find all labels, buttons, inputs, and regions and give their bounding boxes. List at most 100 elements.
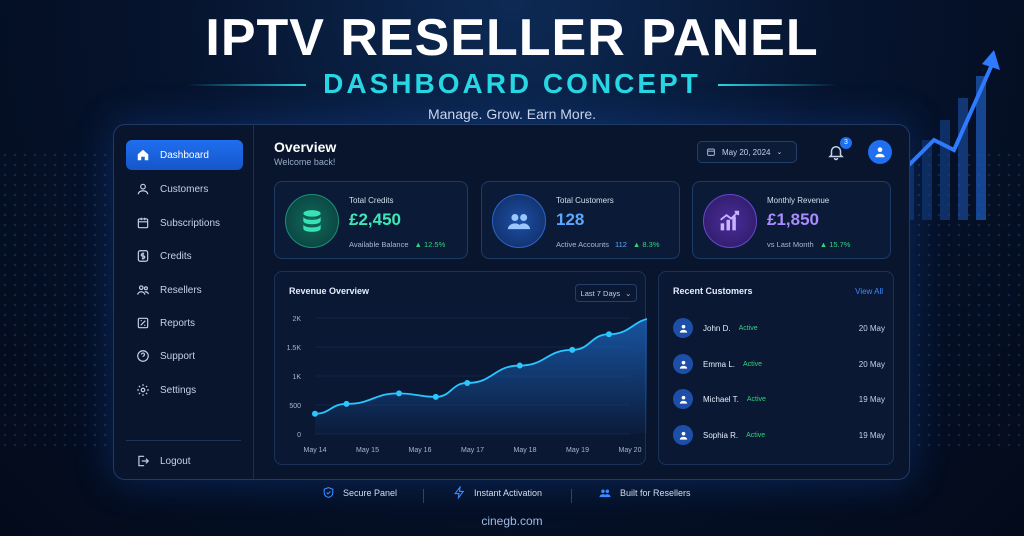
data-point: [396, 390, 402, 397]
list-item[interactable]: Emma L. Active 20 May: [673, 352, 885, 376]
avatar: [673, 318, 693, 338]
revenue-overview-card: Revenue Overview Last 7 Days ⌄ 0 500 1K 1.5…: [274, 271, 647, 465]
logout-label: Logout: [160, 455, 191, 467]
stat-value: 128: [556, 210, 585, 229]
y-tick-label: 1.5K: [287, 345, 302, 352]
shield-icon: [323, 487, 334, 498]
x-tick-label: May 16: [409, 447, 432, 454]
stat-card-customers[interactable]: Total Customers 128 Active Accounts 112 …: [481, 181, 680, 259]
customer-name: Sophia R.: [703, 430, 739, 440]
stat-label: Total Credits: [349, 196, 394, 205]
stat-delta: ▲ 15.7%: [819, 240, 851, 249]
welcome-text: Welcome back!: [274, 157, 336, 167]
sidebar-item-credits[interactable]: Credits: [126, 241, 243, 271]
list-item[interactable]: Sophia R. Active 19 May: [673, 423, 885, 447]
sidebar-item-reports[interactable]: Reports: [126, 308, 243, 338]
feature-divider: [571, 489, 572, 503]
sidebar: Dashboard Customers Subscriptions Credit…: [114, 125, 254, 479]
sidebar-item-customers[interactable]: Customers: [126, 174, 243, 204]
notification-badge: 3: [840, 137, 852, 149]
feature-label: Secure Panel: [343, 487, 398, 498]
sidebar-item-label: Credits: [160, 250, 192, 262]
hero-title: IPTV RESELLER PANEL: [205, 9, 819, 67]
main-content: Overview Welcome back! May 20, 2024 ⌄ 3 …: [274, 125, 909, 479]
stat-value: £1,850: [767, 210, 819, 229]
list-item[interactable]: Michael T. Active 19 May: [673, 387, 885, 411]
x-tick-label: May 18: [514, 447, 537, 454]
x-tick-label: May 14: [304, 447, 327, 454]
customer-name: Michael T.: [703, 394, 739, 404]
x-tick-label: May 20: [619, 447, 642, 454]
users-icon: [492, 194, 546, 248]
customer-name: John D.: [703, 323, 731, 333]
list-item[interactable]: John D. Active 20 May: [673, 316, 885, 340]
report-icon: [137, 317, 149, 329]
dashboard-panel: Dashboard Customers Subscriptions Credit…: [113, 124, 910, 480]
customer-date: 19 May: [858, 394, 885, 404]
customer-date: 20 May: [858, 359, 885, 369]
page-title: Overview: [274, 139, 337, 155]
background-dots-left: [0, 150, 120, 450]
sidebar-item-label: Resellers: [160, 284, 202, 296]
stat-foot-label: Active Accounts: [556, 240, 609, 249]
footer-site: cinegb.com: [481, 514, 543, 528]
sidebar-item-resellers[interactable]: Resellers: [126, 275, 243, 305]
stat-extra: 112: [614, 240, 627, 249]
calendar-icon: [137, 217, 149, 229]
logout-icon: [138, 455, 150, 467]
users-icon: [599, 489, 611, 498]
dollar-icon: [137, 250, 149, 262]
sidebar-item-settings[interactable]: Settings: [126, 375, 243, 405]
avatar: [673, 425, 693, 445]
sidebar-item-dashboard[interactable]: Dashboard: [126, 140, 243, 170]
avatar: [673, 354, 693, 374]
date-value: May 20, 2024: [722, 147, 771, 157]
sidebar-item-label: Support: [160, 350, 196, 362]
user-icon: [875, 147, 885, 158]
users-icon: [137, 285, 149, 295]
sidebar-item-label: Reports: [160, 317, 196, 329]
status-badge: Active: [746, 395, 766, 403]
sidebar-item-label: Dashboard: [160, 149, 209, 161]
sidebar-item-subscriptions[interactable]: Subscriptions: [126, 208, 243, 238]
feature-resellers: Built for Resellers: [598, 486, 691, 500]
hero-tagline: Manage. Grow. Earn More.: [427, 106, 597, 122]
stat-delta: ▲ 8.3%: [632, 240, 660, 249]
stat-delta: ▲ 12.5%: [414, 240, 446, 249]
x-tick-label: May 19: [566, 447, 589, 454]
stat-card-credits[interactable]: Total Credits £2,450 Available Balance ▲…: [274, 181, 468, 259]
feature-bar: Secure Panel Instant Activation Built fo…: [0, 486, 1024, 506]
view-all-link[interactable]: View All: [855, 287, 883, 296]
sidebar-item-support[interactable]: Support: [126, 341, 243, 371]
data-point: [312, 410, 318, 417]
range-dropdown[interactable]: Last 7 Days ⌄: [575, 284, 637, 302]
avatar[interactable]: [868, 140, 892, 164]
recent-customers-card: Recent Customers View All John D. Active…: [658, 271, 894, 465]
y-tick-label: 0: [297, 432, 301, 439]
chevron-down-icon: ⌄: [625, 288, 632, 298]
y-tick-label: 1K: [292, 374, 301, 381]
stat-foot-label: vs Last Month: [767, 240, 814, 249]
home-icon: [137, 149, 149, 161]
y-tick-label: 2K: [292, 316, 301, 323]
feature-activation: Instant Activation: [453, 486, 542, 499]
feature-secure: Secure Panel: [322, 486, 397, 499]
data-point: [343, 400, 350, 407]
stat-value: £2,450: [349, 210, 401, 229]
status-badge: Active: [746, 431, 766, 439]
customer-date: 19 May: [858, 430, 885, 440]
stat-card-revenue[interactable]: Monthly Revenue £1,850 vs Last Month ▲ 1…: [692, 181, 891, 259]
sidebar-item-label: Settings: [160, 384, 197, 396]
date-picker[interactable]: May 20, 2024 ⌄: [697, 141, 797, 163]
logout-button[interactable]: Logout: [126, 446, 243, 476]
customer-name: Emma L.: [703, 359, 736, 369]
data-point: [516, 362, 523, 369]
feature-divider: [423, 489, 424, 503]
user-icon: [137, 183, 149, 195]
stat-label: Monthly Revenue: [767, 196, 830, 205]
x-tick-label: May 15: [356, 447, 379, 454]
stat-foot: Active Accounts 112 ▲ 8.3%: [556, 240, 660, 249]
hero-subtitle: DASHBOARD CONCEPT: [323, 68, 701, 99]
sidebar-item-label: Customers: [160, 183, 209, 195]
bolt-icon: [454, 486, 465, 499]
